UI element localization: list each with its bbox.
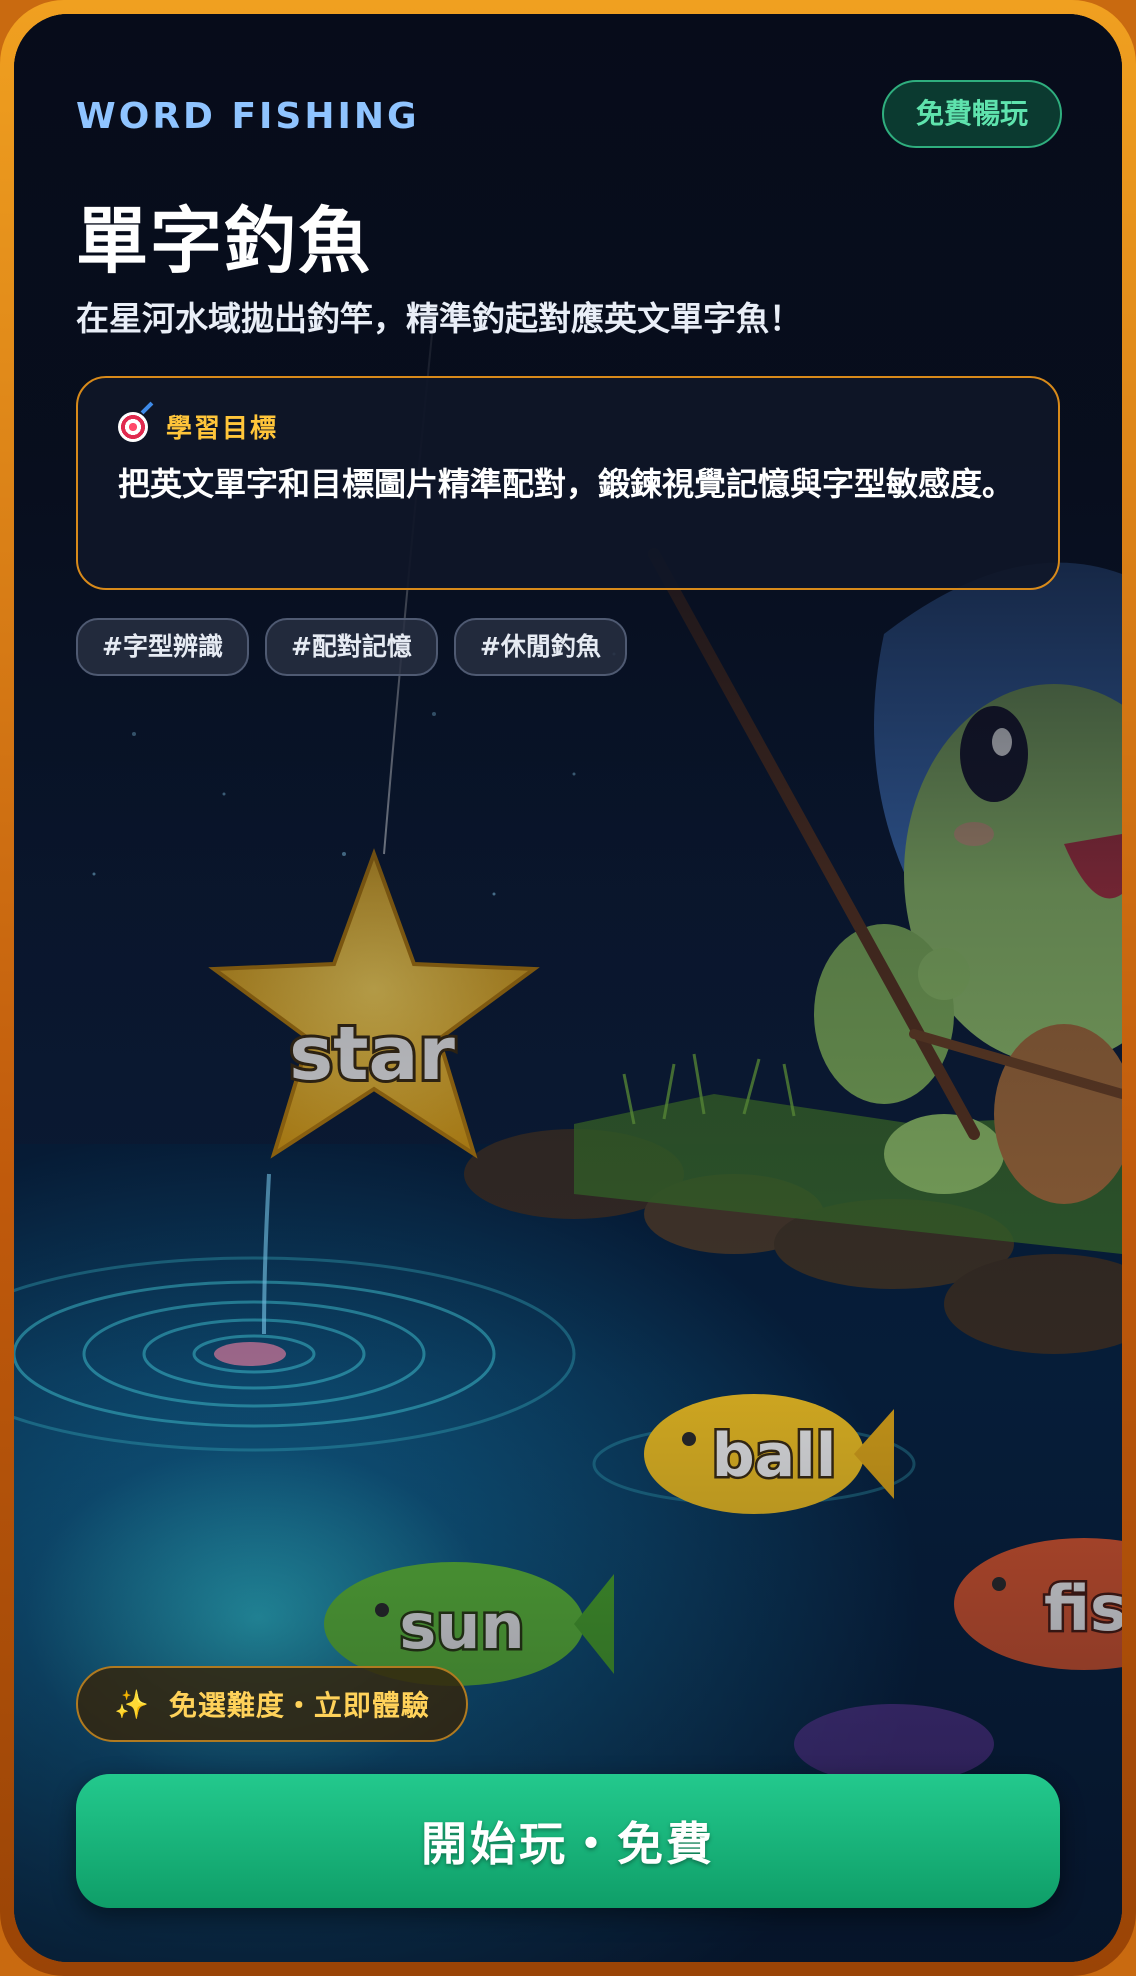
tag-list: #字型辨識 #配對記憶 #休閒釣魚	[76, 618, 627, 676]
sun-fish-label: sun	[399, 1590, 524, 1663]
tag-font-recognition: #字型辨識	[76, 618, 249, 676]
free-play-badge: 免費暢玩	[881, 80, 1062, 148]
tag-casual-fishing: #休閒釣魚	[453, 618, 627, 676]
learning-goal-card: 學習目標 把英文單字和目標圖片精準配對，鍛鍊視覺記憶與字型敏感度。	[76, 376, 1060, 590]
game-card: star ball sun fis WORD FISHING 免費暢玩 單字釣魚…	[14, 14, 1122, 1962]
learning-goal-text: 把英文單字和目標圖片精準配對，鍛鍊視覺記憶與字型敏感度。	[118, 465, 1015, 503]
promo-badge: ✨ 免選難度・立即體驗	[76, 1666, 468, 1742]
brand-label: WORD FISHING	[76, 96, 420, 137]
tag-pair-memory: #配對記憶	[264, 618, 438, 676]
fis-fish-label: fis	[1044, 1572, 1122, 1645]
sparkles-icon: ✨	[114, 1687, 149, 1721]
target-icon	[118, 411, 148, 442]
promo-text: 免選難度・立即體驗	[168, 1689, 430, 1722]
learning-goal-header: 學習目標	[118, 408, 1018, 445]
ball-fish-label: ball	[712, 1421, 837, 1491]
page-title: 單字釣魚	[76, 199, 373, 283]
start-play-button[interactable]: 開始玩・免費	[76, 1774, 1060, 1908]
learning-goal-label: 學習目標	[166, 414, 279, 444]
star-word-label: star	[289, 1011, 455, 1097]
page-subtitle: 在星河水域拋出釣竿，精準釣起對應英文單字魚！	[76, 299, 802, 338]
